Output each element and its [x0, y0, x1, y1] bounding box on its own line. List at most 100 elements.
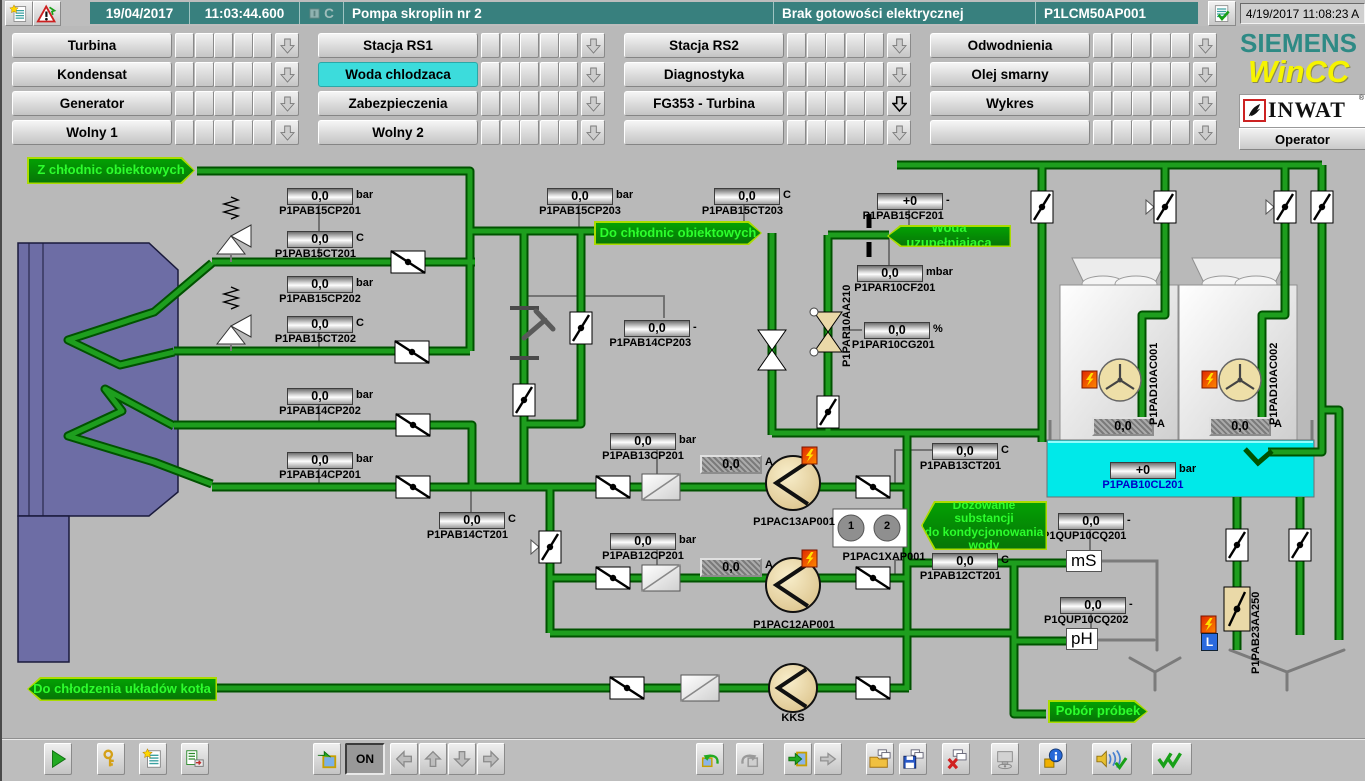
alarm-ack-button[interactable]: [33, 1, 61, 26]
nav-right-button[interactable]: [477, 743, 505, 775]
local-mode-icon: L: [1201, 633, 1218, 651]
check-valve[interactable]: [856, 567, 890, 589]
display-P1PAB14CP201: 0,0barP1PAB14CP201: [287, 452, 373, 470]
monitor-view-button[interactable]: [991, 743, 1019, 775]
check-valve[interactable]: [856, 476, 890, 498]
tag-label: P1PAB14CP203: [587, 337, 713, 349]
nav-up-button[interactable]: [419, 743, 447, 775]
double-check-icon: [1155, 747, 1189, 771]
pump-KKS[interactable]: [769, 664, 817, 712]
equipment-label: P1PAC13AP001: [739, 516, 849, 528]
display-P1QUP10CQ201: 0,0-P1QUP10CQ201: [1058, 513, 1131, 531]
info-button[interactable]: [1039, 743, 1067, 775]
forward-disabled-icon: [817, 748, 839, 770]
screen-forward-button[interactable]: [814, 743, 842, 775]
equipment-label: 2: [881, 520, 893, 532]
value-field: 0,0: [547, 188, 613, 205]
check-valve[interactable]: [856, 677, 890, 699]
value-field: 0,0: [714, 188, 780, 205]
electric-fault-icon: [802, 447, 817, 464]
check-valve[interactable]: [396, 414, 430, 436]
ack-list-button[interactable]: [1208, 1, 1236, 26]
valve[interactable]: [1226, 529, 1248, 561]
tag-label: P1PAB14CT201: [404, 529, 530, 541]
bypass-valve[interactable]: [758, 330, 786, 370]
screen-switch-button[interactable]: [313, 743, 341, 775]
display-P1PAB13CT201: 0,0CP1PAB13CT201: [932, 443, 1009, 461]
arrow-left-icon: [393, 748, 415, 770]
display-P1PAB15CP203: 0,0barP1PAB15CP203: [547, 188, 633, 206]
fan-P1PAD10AC002[interactable]: [1219, 359, 1261, 401]
nav-down-button[interactable]: [448, 743, 476, 775]
open-picture-button[interactable]: [866, 743, 894, 775]
alarm-page-button[interactable]: [139, 743, 167, 775]
monitor-icon: [994, 748, 1016, 770]
checklist-icon: [1211, 4, 1233, 24]
key-icon: [100, 748, 122, 770]
unit-label: -: [1127, 514, 1131, 526]
valve[interactable]: [1146, 191, 1176, 223]
ack-all-button[interactable]: [1152, 743, 1192, 775]
fan-P1PAD10AC001[interactable]: [1099, 359, 1141, 401]
electric-fault-icon: [802, 550, 817, 567]
check-valve[interactable]: [610, 677, 644, 699]
flow-label-boiler-cooling: Do chłodzenia układów kotła: [27, 677, 217, 701]
value-field: 0,0: [864, 322, 930, 339]
tag-label: P1PAB12CP201: [580, 550, 706, 562]
runtime-start-button[interactable]: [44, 743, 72, 775]
flow-label-makeup-water: Woda uzupełniająca: [887, 225, 1011, 247]
display-P1PAB12CP201: 0,0barP1PAB12CP201: [610, 533, 696, 551]
valve[interactable]: [1289, 529, 1311, 561]
display-P1PAB15CT203: 0,0CP1PAB15CT203: [714, 188, 791, 206]
save-button[interactable]: [899, 743, 927, 775]
tag-label: P1PAB15CP201: [257, 205, 383, 217]
unit-label: bar: [679, 434, 696, 446]
login-button[interactable]: [97, 743, 125, 775]
valve[interactable]: [513, 384, 535, 416]
value-field: 0,0: [287, 452, 353, 469]
value-field: 0,0: [610, 533, 676, 550]
check-valve[interactable]: [596, 476, 630, 498]
note-icon: [142, 748, 164, 770]
equipment-label: P1PAC12AP001: [739, 619, 849, 631]
delete-picture-button[interactable]: [942, 743, 970, 775]
valve[interactable]: [1266, 191, 1296, 223]
on-toggle-button[interactable]: ON: [345, 743, 385, 775]
value-field: +0: [1110, 462, 1176, 479]
unit-label: C: [508, 513, 516, 525]
alarm-tag: P1LCM50AP001: [1036, 2, 1198, 24]
check-valve[interactable]: [596, 567, 630, 589]
valve[interactable]: [531, 531, 561, 563]
unit-label: bar: [356, 389, 373, 401]
equipment-label: P1PAB23AA250: [1250, 580, 1262, 674]
unit-label: C: [356, 317, 364, 329]
screen-back-button[interactable]: [696, 743, 724, 775]
check-valve[interactable]: [396, 476, 430, 498]
unit-label: %: [933, 323, 943, 335]
valve[interactable]: [817, 396, 839, 428]
report-button[interactable]: [181, 743, 209, 775]
tag-label: P1PAB14CP202: [257, 405, 383, 417]
unit-label: A: [765, 559, 773, 571]
valve[interactable]: [1311, 191, 1333, 223]
ammeter-display: 0,0A: [700, 455, 773, 474]
unit-label: bar: [679, 534, 696, 546]
manual-valve[interactable]: [510, 308, 553, 358]
enter-screen-icon: [787, 748, 809, 770]
valve[interactable]: [1031, 191, 1053, 223]
check-valve[interactable]: [395, 341, 429, 363]
equipment-label: P1PAD10AC002: [1268, 328, 1280, 425]
bottom-toolbar: ON: [2, 738, 1365, 781]
screen-redo-button[interactable]: [736, 743, 764, 775]
value-field: 0,0: [700, 455, 762, 474]
new-note-button[interactable]: [5, 1, 33, 26]
screen-enter-button[interactable]: [784, 743, 812, 775]
flow-label-sampling: Pobór próbek: [1048, 700, 1148, 723]
valve-P1PAB23AA250[interactable]: [1224, 587, 1250, 631]
check-valve[interactable]: [391, 251, 425, 273]
value-field: 0,0: [1209, 417, 1271, 436]
unit-label: bar: [616, 189, 633, 201]
value-field: 0,0: [1060, 597, 1126, 614]
nav-left-button[interactable]: [390, 743, 418, 775]
horn-ack-button[interactable]: [1092, 743, 1132, 775]
